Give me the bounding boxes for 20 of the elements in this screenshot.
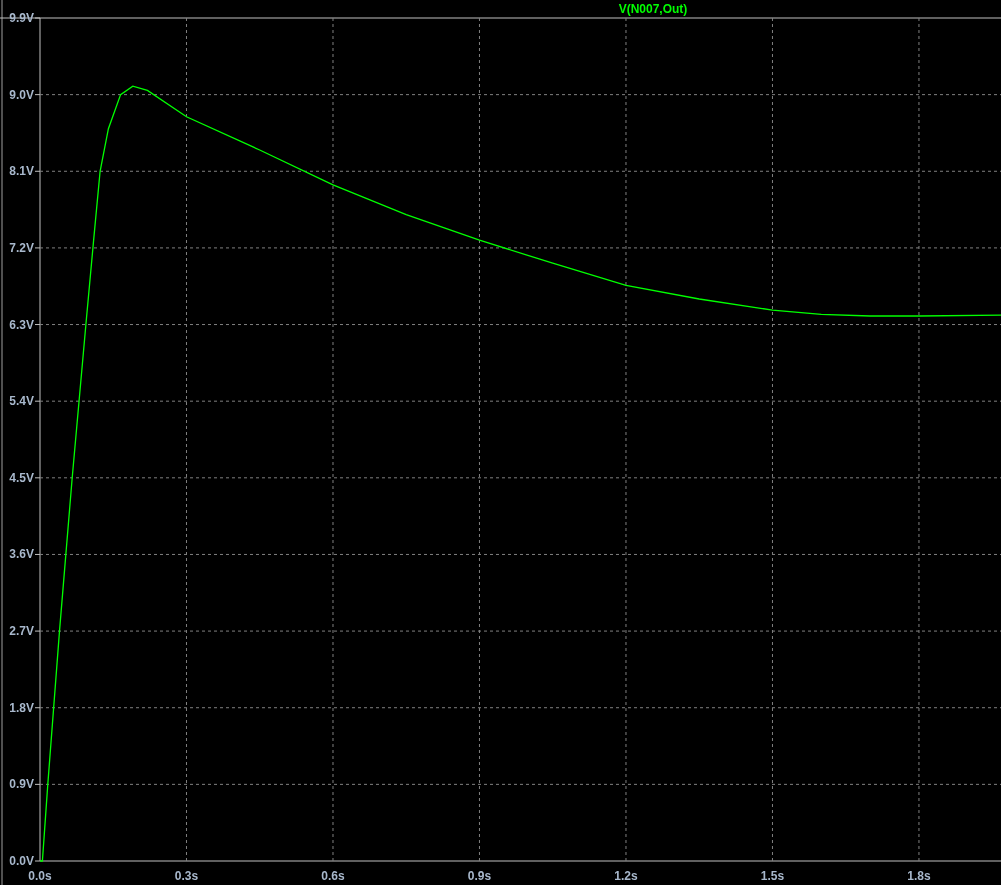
axis-tick-label: 0.9s [467, 869, 492, 883]
axis-tick-label: 2.7V [9, 624, 34, 639]
trace-label[interactable]: V(N007,Out) [618, 2, 688, 16]
axis-tick-label: 1.2s [614, 869, 638, 883]
axis-tick-label: 9.9V [9, 11, 34, 25]
axis-tick-label: 9.0V [9, 87, 34, 102]
axis-tick-label: 1.8s [907, 869, 931, 883]
axis-tick-label: 7.2V [9, 240, 34, 255]
axis-tick-label: 6.3V [9, 317, 34, 332]
axis-tick-label: 1.8V [9, 700, 34, 715]
axis-tick-label: 1.5s [760, 869, 785, 883]
axis-tick-label: 5.4V [9, 394, 34, 409]
axis-tick-label: 3.6V [9, 547, 34, 562]
axis-tick-label: 0.3s [174, 869, 199, 883]
axis-tick-label: 0.0s [28, 869, 52, 883]
axis-tick-label: 0.6s [321, 869, 345, 883]
axis-tick-label: 0.9V [9, 777, 34, 792]
axis-tick-label: 0.0V [9, 854, 34, 868]
axis-tick-label: 8.1V [9, 164, 34, 179]
axis-tick-label: 4.5V [9, 470, 34, 485]
